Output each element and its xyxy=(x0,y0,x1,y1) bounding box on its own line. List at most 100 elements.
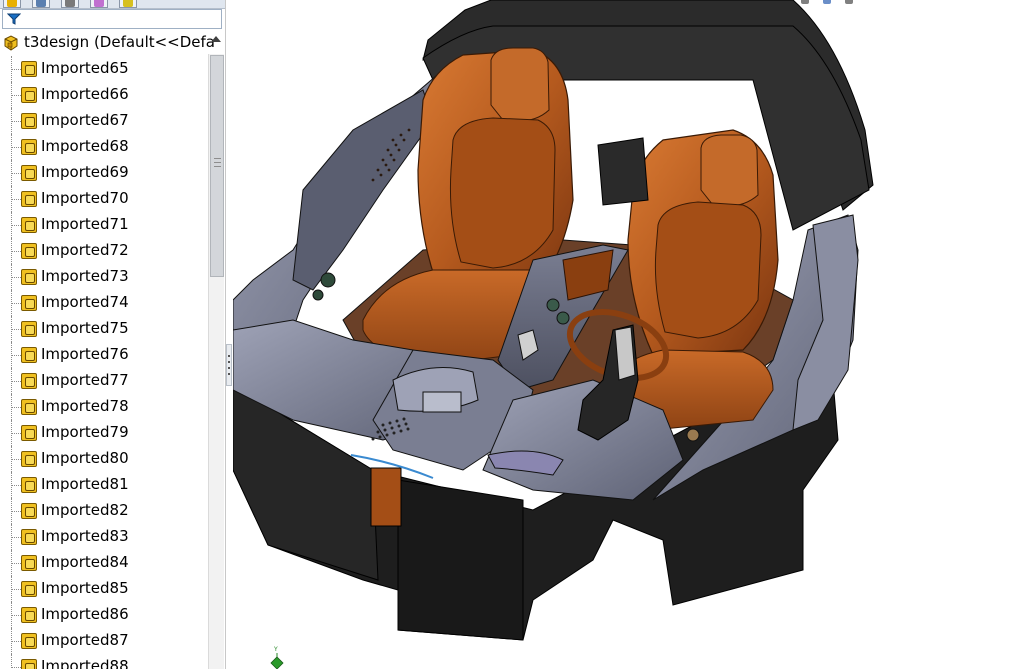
scroll-up-arrow-icon[interactable] xyxy=(211,36,221,42)
part-icon xyxy=(21,61,37,77)
tree-item[interactable]: Imported66 xyxy=(0,82,210,108)
manager-tabs xyxy=(0,0,225,9)
tree-item-label: Imported70 xyxy=(41,189,129,207)
tree-item[interactable]: Imported79 xyxy=(0,420,210,446)
tree-connector xyxy=(11,316,21,342)
tree-item[interactable]: Imported72 xyxy=(0,238,210,264)
tree-connector xyxy=(11,290,21,316)
tree-scrollbar-thumb[interactable] xyxy=(210,55,224,277)
tree-item[interactable]: Imported76 xyxy=(0,342,210,368)
graphics-viewport[interactable]: Y xyxy=(233,0,1021,669)
feature-tree-list: Imported65 Imported66 Imported67 Imported68… xyxy=(0,56,210,669)
part-icon xyxy=(21,477,37,493)
tree-item-label: Imported72 xyxy=(41,241,129,259)
tree-item[interactable]: Imported69 xyxy=(0,160,210,186)
tree-connector xyxy=(11,420,21,446)
tree-item[interactable]: Imported74 xyxy=(0,290,210,316)
tree-connector xyxy=(11,576,21,602)
property-manager-icon xyxy=(36,0,46,7)
tree-item[interactable]: Imported67 xyxy=(0,108,210,134)
part-icon xyxy=(21,581,37,597)
tree-item-label: Imported79 xyxy=(41,423,129,441)
console-knob-1 xyxy=(546,298,560,312)
tree-item-label: Imported66 xyxy=(41,85,129,103)
tree-item[interactable]: Imported80 xyxy=(0,446,210,472)
car-interior-3d-model[interactable] xyxy=(233,0,1021,669)
display-manager-icon xyxy=(123,0,133,7)
part-icon xyxy=(21,321,37,337)
configuration-manager-tab[interactable] xyxy=(61,0,79,8)
center-tunnel-orange xyxy=(370,467,402,527)
part-icon xyxy=(21,243,37,259)
tree-item[interactable]: Imported78 xyxy=(0,394,210,420)
dimxpert-manager-tab[interactable] xyxy=(90,0,108,8)
part-icon xyxy=(21,555,37,571)
part-icon xyxy=(21,165,37,181)
cluster-screen xyxy=(422,391,462,413)
tree-item-label: Imported81 xyxy=(41,475,129,493)
tree-connector xyxy=(11,524,21,550)
tree-item[interactable]: Imported82 xyxy=(0,498,210,524)
tree-item[interactable]: Imported77 xyxy=(0,368,210,394)
tree-item[interactable]: Imported83 xyxy=(0,524,210,550)
tree-item[interactable]: Imported75 xyxy=(0,316,210,342)
tree-connector xyxy=(11,654,21,669)
tree-item[interactable]: Imported71 xyxy=(0,212,210,238)
tree-item-label: Imported68 xyxy=(41,137,129,155)
tree-scrollbar[interactable] xyxy=(208,54,224,669)
tree-item[interactable]: Imported86 xyxy=(0,602,210,628)
rear-console-box xyxy=(597,137,649,206)
part-icon xyxy=(21,139,37,155)
tree-item[interactable]: Imported87 xyxy=(0,628,210,654)
tree-item-label: Imported80 xyxy=(41,449,129,467)
console-knob-2 xyxy=(556,311,570,325)
tree-connector xyxy=(11,342,21,368)
tree-item[interactable]: Imported88 xyxy=(0,654,210,669)
coordinate-triad-icon: Y xyxy=(270,646,284,669)
tree-connector xyxy=(11,212,21,238)
part-icon xyxy=(21,295,37,311)
part-icon xyxy=(21,217,37,233)
tree-item[interactable]: Imported84 xyxy=(0,550,210,576)
svg-text:Y: Y xyxy=(273,646,278,653)
tree-connector xyxy=(11,498,21,524)
tree-filter-input[interactable] xyxy=(2,9,222,29)
filter-icon[interactable] xyxy=(7,12,21,26)
tree-item-label: Imported69 xyxy=(41,163,129,181)
configuration-manager-icon xyxy=(65,0,75,7)
steering-column-light xyxy=(614,326,636,381)
part-icon xyxy=(21,529,37,545)
part-icon xyxy=(21,451,37,467)
tree-item[interactable]: Imported81 xyxy=(0,472,210,498)
tree-item[interactable]: Imported65 xyxy=(0,56,210,82)
tree-item[interactable]: Imported73 xyxy=(0,264,210,290)
tree-item[interactable]: Imported70 xyxy=(0,186,210,212)
tree-item[interactable]: Imported68 xyxy=(0,134,210,160)
part-icon xyxy=(21,425,37,441)
tree-item-label: Imported75 xyxy=(41,319,129,337)
part-icon xyxy=(21,347,37,363)
lower-tub-center xyxy=(397,479,524,641)
tree-item-label: Imported77 xyxy=(41,371,129,389)
left-door-gauge-2 xyxy=(312,289,324,301)
feature-manager-tab[interactable] xyxy=(3,0,21,8)
tree-item-label: Imported85 xyxy=(41,579,129,597)
left-door-gauge-1 xyxy=(320,272,336,288)
tree-item-label: Imported78 xyxy=(41,397,129,415)
tree-connector xyxy=(11,446,21,472)
tree-connector xyxy=(11,472,21,498)
right-seat-center-panel xyxy=(654,201,762,339)
tree-item-label: Imported65 xyxy=(41,59,129,77)
tree-connector xyxy=(11,238,21,264)
property-manager-tab[interactable] xyxy=(32,0,50,8)
tree-item-label: Imported86 xyxy=(41,605,129,623)
tree-item-label: Imported82 xyxy=(41,501,129,519)
tree-root-assembly[interactable]: t3design (Default<<Defa xyxy=(0,32,224,54)
feature-manager-panel: t3design (Default<<Defa Imported65 Import… xyxy=(0,0,226,669)
tree-connector xyxy=(11,628,21,654)
display-manager-tab[interactable] xyxy=(119,0,137,8)
part-icon xyxy=(21,503,37,519)
panel-splitter-handle[interactable] xyxy=(226,344,232,386)
part-icon xyxy=(21,87,37,103)
tree-item[interactable]: Imported85 xyxy=(0,576,210,602)
